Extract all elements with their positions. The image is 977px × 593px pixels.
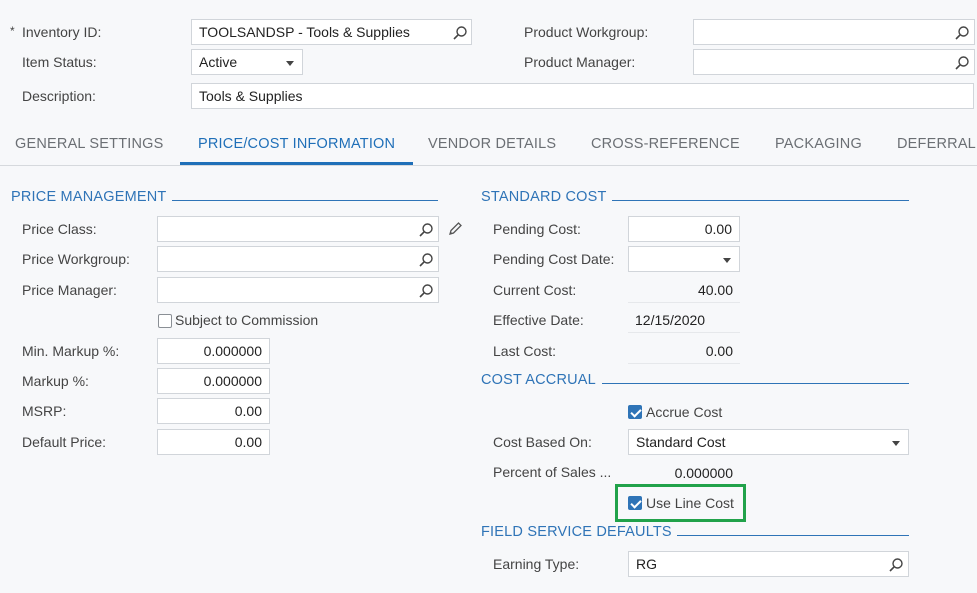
tab-general-settings[interactable]: GENERAL SETTINGS <box>15 122 164 165</box>
cost-based-on-value: Standard Cost <box>636 434 726 450</box>
percent-of-sales-label: Percent of Sales ... <box>493 464 612 480</box>
min-markup-label: Min. Markup %: <box>22 343 120 359</box>
inventory-id-label: Inventory ID: <box>22 24 102 40</box>
use-line-cost-label: Use Line Cost <box>646 495 734 511</box>
price-workgroup-input[interactable] <box>157 246 439 272</box>
markup-label: Markup %: <box>22 373 89 389</box>
item-status-chevron-down-icon[interactable] <box>286 61 294 66</box>
earning-type-value: RG <box>636 556 657 572</box>
cost-based-on-chevron-down-icon[interactable] <box>892 441 900 446</box>
item-status-value: Active <box>199 54 238 70</box>
price-management-divider <box>172 200 438 201</box>
price-workgroup-label: Price Workgroup: <box>22 251 130 267</box>
pending-cost-input[interactable]: 0.00 <box>628 216 740 242</box>
accrue-cost-label: Accrue Cost <box>646 404 723 420</box>
markup-value: 0.000000 <box>203 373 262 389</box>
earning-type-label: Earning Type: <box>493 556 580 572</box>
effective-date-value: 12/15/2020 <box>628 307 740 333</box>
default-price-value: 0.00 <box>234 434 262 450</box>
tab-cross-reference[interactable]: CROSS-REFERENCE <box>591 122 740 165</box>
msrp-input[interactable]: 0.00 <box>157 398 270 424</box>
min-markup-input[interactable]: 0.000000 <box>157 338 270 364</box>
accrue-cost-checkbox[interactable] <box>628 405 642 419</box>
product-manager-input[interactable] <box>693 49 975 75</box>
msrp-label: MSRP: <box>22 403 67 419</box>
default-price-label: Default Price: <box>22 434 107 450</box>
description-value: Tools & Supplies <box>199 88 303 104</box>
product-manager-label: Product Manager: <box>524 54 636 70</box>
tab-packaging[interactable]: PACKAGING <box>775 122 862 165</box>
pending-cost-date-label: Pending Cost Date: <box>493 251 615 267</box>
markup-input[interactable]: 0.000000 <box>157 368 270 394</box>
cost-accrual-title: COST ACCRUAL <box>481 372 596 388</box>
product-manager-search-icon[interactable] <box>954 55 970 71</box>
description-label: Description: <box>22 88 96 104</box>
pending-cost-label: Pending Cost: <box>493 221 581 237</box>
cost-accrual-divider <box>602 383 909 384</box>
effective-date-label: Effective Date: <box>493 312 584 328</box>
product-workgroup-input[interactable] <box>693 19 975 45</box>
price-workgroup-search-icon[interactable] <box>418 252 434 268</box>
field-service-defaults-divider <box>677 535 909 536</box>
standard-cost-title: STANDARD COST <box>481 189 607 205</box>
field-service-defaults-title: FIELD SERVICE DEFAULTS <box>481 524 672 540</box>
current-cost-label: Current Cost: <box>493 282 577 298</box>
tab-vendor-details[interactable]: VENDOR DETAILS <box>428 122 556 165</box>
price-manager-label: Price Manager: <box>22 282 117 298</box>
msrp-value: 0.00 <box>234 403 262 419</box>
subject-to-commission-checkbox[interactable] <box>158 314 172 328</box>
price-class-input[interactable] <box>157 216 439 242</box>
subject-to-commission-label: Subject to Commission <box>175 312 319 328</box>
cost-based-on-label: Cost Based On: <box>493 434 592 450</box>
pending-cost-value: 0.00 <box>704 221 732 237</box>
product-workgroup-label: Product Workgroup: <box>524 24 649 40</box>
inventory-id-value: TOOLSANDSP - Tools & Supplies <box>199 24 410 40</box>
percent-of-sales-value: 0.000000 <box>674 465 733 481</box>
price-class-search-icon[interactable] <box>418 222 434 238</box>
last-cost-label: Last Cost: <box>493 343 557 359</box>
earning-type-search-icon[interactable] <box>888 557 904 573</box>
price-manager-input[interactable] <box>157 277 439 303</box>
standard-cost-divider <box>612 200 909 201</box>
price-class-label: Price Class: <box>22 221 97 237</box>
current-cost-value: 40.00 <box>628 277 740 303</box>
pending-cost-date-chevron-down-icon[interactable] <box>723 258 731 263</box>
min-markup-value: 0.000000 <box>203 343 262 359</box>
price-manager-search-icon[interactable] <box>418 283 434 299</box>
price-management-title: PRICE MANAGEMENT <box>11 189 167 205</box>
required-mark: * <box>10 24 15 38</box>
inventory-id-input[interactable]: TOOLSANDSP - Tools & Supplies <box>191 19 472 45</box>
last-cost-value: 0.00 <box>628 338 740 364</box>
tab-price-cost-information[interactable]: PRICE/COST INFORMATION <box>180 122 414 165</box>
cost-based-on-select[interactable]: Standard Cost <box>628 429 909 455</box>
inventory-id-search-icon[interactable] <box>452 25 468 41</box>
pencil-icon[interactable] <box>447 221 463 237</box>
default-price-input[interactable]: 0.00 <box>157 429 270 455</box>
use-line-cost-checkbox[interactable] <box>628 496 642 510</box>
product-workgroup-search-icon[interactable] <box>954 25 970 41</box>
earning-type-input[interactable]: RG <box>628 551 909 577</box>
description-input[interactable]: Tools & Supplies <box>191 83 974 109</box>
tab-bar: GENERAL SETTINGS PRICE/COST INFORMATION … <box>0 122 977 166</box>
tab-deferral[interactable]: DEFERRAL <box>897 122 976 165</box>
item-status-label: Item Status: <box>22 54 97 70</box>
